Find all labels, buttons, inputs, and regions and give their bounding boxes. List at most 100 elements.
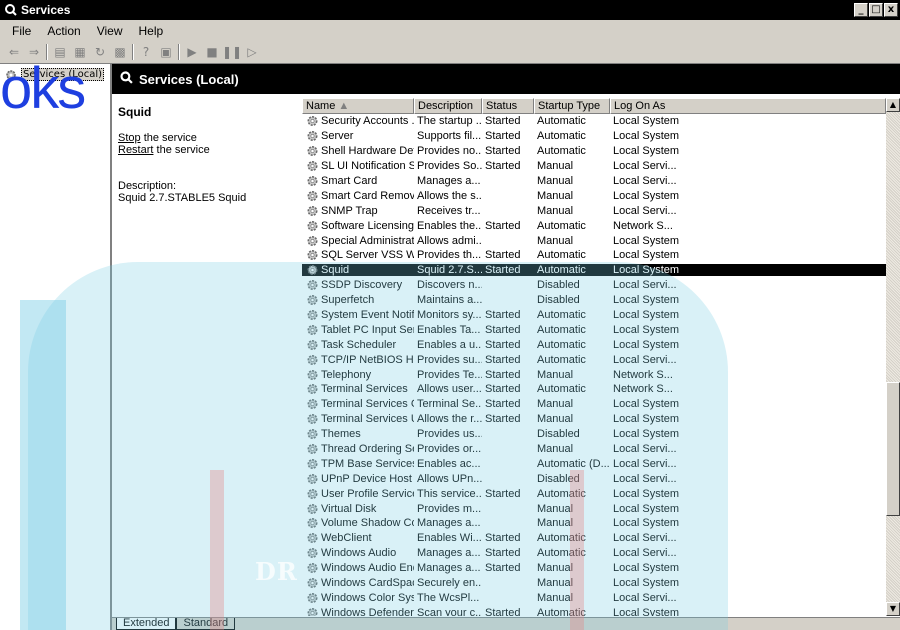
pause-icon[interactable]: ❚❚ (222, 44, 242, 60)
table-row[interactable]: Squid Squid 2.7.S... Started Automatic Local… (302, 263, 886, 278)
services-app-icon (4, 3, 18, 17)
service-description: Allows the r... (417, 413, 482, 426)
menu-view[interactable]: View (89, 24, 131, 38)
column-header-name[interactable]: Name ▲ (302, 98, 414, 114)
table-row[interactable]: Security Accounts ... The startup ... Star… (302, 114, 886, 129)
service-description: Manages a... (417, 175, 481, 187)
restart-icon[interactable]: ▷ (244, 44, 260, 60)
service-name: Smart Card Removal... (302, 190, 414, 202)
service-startup-type: Automatic (537, 309, 586, 322)
tab-extended[interactable]: Extended (116, 618, 177, 630)
column-header-status[interactable]: Status (482, 98, 534, 114)
stop-service-link[interactable]: Stop the service (118, 132, 294, 144)
service-log-on-as: Local Servi... (613, 279, 677, 292)
column-header-startup-type[interactable]: Startup Type (534, 98, 610, 114)
description-pane: Squid Stop the service Restart the servi… (112, 94, 300, 616)
restart-service-link[interactable]: Restart the service (118, 144, 294, 156)
scroll-down-button[interactable]: ▼ (886, 602, 900, 616)
table-row[interactable]: Volume Shadow CopyManages a...ManualLoca… (302, 516, 886, 531)
scroll-thumb[interactable] (886, 382, 900, 516)
table-row[interactable]: SSDP Discovery Discovers n... Disabled Loca… (302, 278, 886, 293)
service-name: Smart Card (302, 175, 414, 187)
service-name: Server (302, 130, 414, 142)
table-row[interactable]: System Event Notifi...Monitors sy...Star… (302, 308, 886, 323)
table-row[interactable]: Software Licensing Enables the... Started A… (302, 218, 886, 233)
table-row[interactable]: Shell Hardware Det...Provides no...Start… (302, 144, 886, 159)
table-row[interactable]: Windows Audio End...Manages a...StartedM… (302, 561, 886, 576)
service-status: Started (485, 606, 521, 616)
refresh-icon[interactable]: ↻ (92, 44, 108, 60)
table-row[interactable]: Smart Card Manages a... Manual Local Servi.… (302, 174, 886, 189)
service-startup-type: Automatic (537, 353, 586, 366)
table-row[interactable]: Terminal Services Allows user... Started Au… (302, 382, 886, 397)
service-description: Provides or... (417, 443, 482, 456)
service-log-on-as: Local System (613, 249, 680, 262)
service-name: SQL Server VSS Wr... (302, 249, 414, 261)
service-description: Allows user... (417, 383, 482, 396)
table-row[interactable]: TPM Base Services Enables ac... Automatic … (302, 456, 886, 471)
table-row[interactable]: SQL Server VSS Wr...Provides th...Starte… (302, 248, 886, 263)
help-icon[interactable]: ? (138, 44, 154, 60)
table-row[interactable]: Windows Defender Scan your c... Started Aut… (302, 605, 886, 616)
table-row[interactable]: Superfetch Maintains a... Disabled Local Sy… (302, 293, 886, 308)
table-row[interactable]: TCP/IP NetBIOS H... Provides su... Started… (302, 352, 886, 367)
service-startup-type: Automatic (534, 264, 610, 277)
menu-bar: File Action View Help (0, 20, 900, 41)
start-icon[interactable]: ▶ (184, 44, 200, 60)
table-row[interactable]: Smart Card Removal...Allows the s... Manu… (302, 188, 886, 203)
watermark-bottom-text: DR (255, 557, 298, 586)
service-name: SNMP Trap (302, 205, 414, 217)
tab-standard[interactable]: Standard (176, 618, 236, 630)
table-row[interactable]: Terminal Services U...Allows the r...Sta… (302, 412, 886, 427)
gear-icon (305, 115, 319, 127)
service-startup-type: Manual (537, 204, 574, 217)
service-name: Windows CardSpace (302, 577, 414, 589)
menu-help[interactable]: Help (131, 24, 172, 38)
view-icon[interactable]: ▣ (158, 44, 174, 60)
table-row[interactable]: Windows Audio Manages a... Started Automati… (302, 546, 886, 561)
table-row[interactable]: Virtual Disk Provides m... Manual Local Sys… (302, 501, 886, 516)
service-description: Provides no... (417, 145, 482, 158)
watermark-bar (210, 470, 224, 630)
table-row[interactable]: Thread Ordering Ser...Provides or... Manu… (302, 442, 886, 457)
table-row[interactable]: WebClient Enables Wi... Started Automatic Lo… (302, 531, 886, 546)
table-row[interactable]: User Profile Service This service... Start… (302, 486, 886, 501)
table-row[interactable]: Special Administratio...Allows admi... Ma… (302, 233, 886, 248)
service-log-on-as: Local System (613, 294, 680, 307)
gear-icon (305, 309, 319, 321)
menu-action[interactable]: Action (39, 24, 88, 38)
export-icon[interactable]: ▩ (112, 44, 128, 60)
service-name: TCP/IP NetBIOS H... (302, 354, 414, 366)
table-row[interactable]: Task Scheduler Enables a u... Started Autom… (302, 337, 886, 352)
close-button[interactable]: x (884, 3, 898, 17)
table-row[interactable]: SL UI Notification S...Provides So...Sta… (302, 159, 886, 174)
service-name-text: Windows Defender (321, 606, 414, 616)
vertical-scrollbar[interactable]: ▲ ▼ (886, 98, 900, 616)
table-row[interactable]: Windows Color Syst...The WcsPl...ManualL… (302, 591, 886, 606)
table-row[interactable]: Telephony Provides Te... Started Manual Netw… (302, 367, 886, 382)
service-description: Enables Ta... (417, 323, 481, 336)
minimize-button[interactable]: _ (854, 3, 868, 17)
table-row[interactable]: UPnP Device Host Allows UPn... Disabled Loc… (302, 471, 886, 486)
table-row[interactable]: Terminal Services C...Terminal Se...Star… (302, 397, 886, 412)
service-status: Started (485, 160, 521, 173)
maximize-button[interactable]: □ (869, 3, 883, 17)
table-row[interactable]: SNMP Trap Receives tr... Manual Local Servi… (302, 203, 886, 218)
scroll-up-button[interactable]: ▲ (886, 98, 900, 112)
table-row[interactable]: Tablet PC Input Ser...Enables Ta... Start… (302, 322, 886, 337)
stop-link-rest: the service (140, 132, 197, 144)
gear-icon (305, 562, 319, 574)
table-row[interactable]: Windows CardSpace Securely en... Manual Loc… (302, 576, 886, 591)
service-name: Volume Shadow Copy (302, 517, 414, 529)
table-row[interactable]: Server Supports fil... Started Automatic Loc… (302, 129, 886, 144)
service-name-text: TPM Base Services (321, 457, 414, 470)
service-name: User Profile Service (302, 488, 414, 500)
stop-icon[interactable]: ■ (204, 44, 220, 60)
menu-file[interactable]: File (4, 24, 39, 38)
column-header-log-on-as[interactable]: Log On As (610, 98, 886, 114)
service-description: Allows admi... (417, 234, 482, 247)
service-log-on-as: Local Servi... (613, 591, 677, 604)
restart-link-text: Restart (118, 144, 154, 156)
table-row[interactable]: Themes Provides us... Disabled Local System (302, 427, 886, 442)
column-header-description[interactable]: Description (414, 98, 482, 114)
